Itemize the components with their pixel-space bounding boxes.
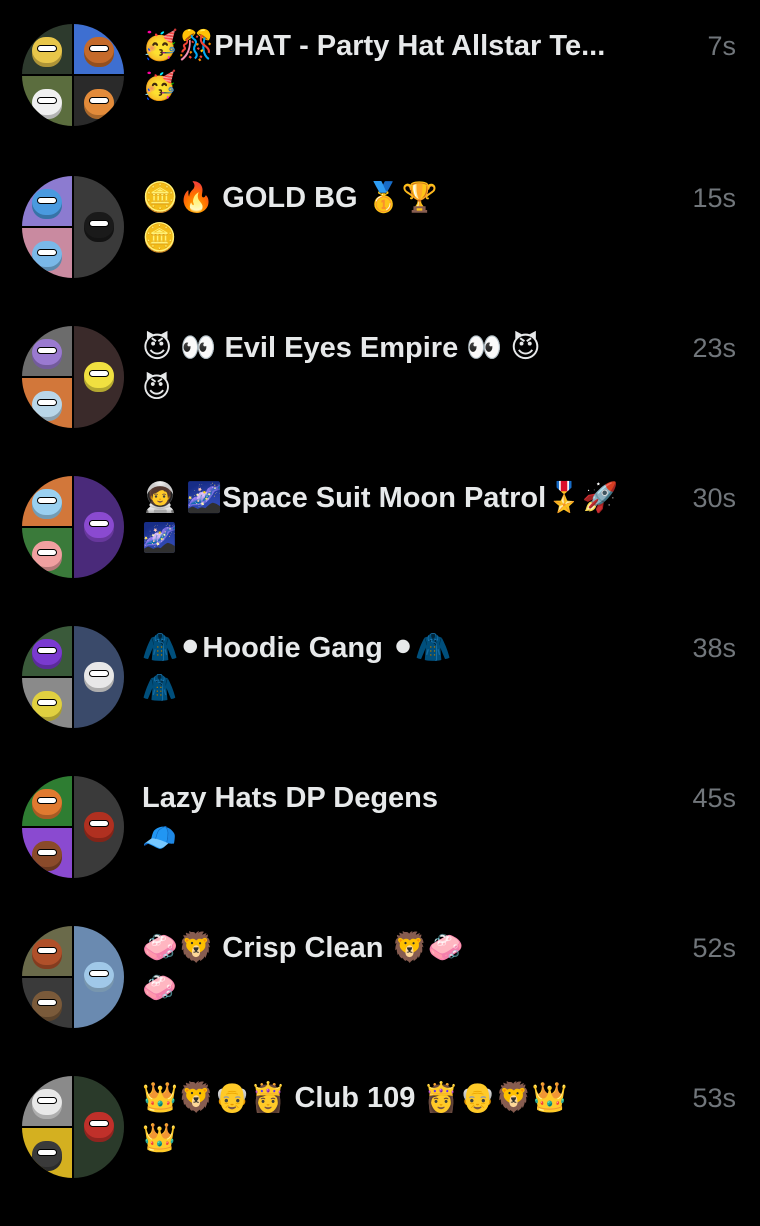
- avatar-tile: [22, 828, 72, 878]
- conversation-row[interactable]: 🧑‍🚀 🌌Space Suit Moon Patrol🎖️🚀 🌌 30s: [0, 476, 760, 626]
- avatar-tile: [74, 326, 124, 428]
- conversation-title: Lazy Hats DP Degens: [142, 782, 439, 814]
- timestamp: 7s: [707, 31, 736, 61]
- avatar-tile: [74, 76, 124, 126]
- conversation-title: 🧼🦁 Crisp Clean 🦁🧼: [142, 932, 464, 964]
- group-avatar: [22, 1076, 124, 1178]
- group-avatar: [22, 476, 124, 578]
- conversation-row[interactable]: 🪙🔥 GOLD BG 🥇🏆 🪙 15s: [0, 176, 760, 326]
- avatar-tile: [22, 1128, 72, 1178]
- conversation-title: 🧑‍🚀 🌌Space Suit Moon Patrol🎖️🚀: [142, 482, 619, 514]
- timestamp: 30s: [692, 483, 736, 513]
- avatar-tile: [74, 476, 124, 578]
- avatar-tile: [74, 176, 124, 278]
- conversation-title-continuation: 🧢: [142, 822, 177, 853]
- conversation-title-continuation: 🧼: [142, 972, 177, 1003]
- avatar-tile: [22, 926, 72, 976]
- avatar-tile: [74, 24, 124, 74]
- avatar-tile: [22, 378, 72, 428]
- conversation-row[interactable]: 🥳🎊PHAT - Party Hat Allstar Te... 🥳 7s: [0, 24, 760, 174]
- timestamp: 15s: [692, 183, 736, 213]
- conversation-title-continuation: 🌌: [142, 522, 177, 553]
- avatar-tile: [22, 528, 72, 578]
- timestamp: 52s: [692, 933, 736, 963]
- conversation-row[interactable]: 😈 👀 Evil Eyes Empire 👀 😈 😈 23s: [0, 326, 760, 476]
- conversation-title: 👑🦁👴👸 Club 109 👸👴🦁👑: [142, 1082, 568, 1114]
- conversation-title-continuation: 🧥: [142, 672, 177, 703]
- group-avatar: [22, 326, 124, 428]
- conversation-list: 🥳🎊PHAT - Party Hat Allstar Te... 🥳 7s 🪙🔥…: [0, 0, 760, 1200]
- avatar-tile: [22, 228, 72, 278]
- group-avatar: [22, 776, 124, 878]
- conversation-title-continuation: 🥳: [142, 70, 177, 101]
- conversation-title-continuation: 😈: [142, 372, 172, 403]
- avatar-tile: [22, 76, 72, 126]
- timestamp: 38s: [692, 633, 736, 663]
- avatar-tile: [22, 978, 72, 1028]
- avatar-tile: [22, 476, 72, 526]
- conversation-title: 🧥⚫Hoodie Gang ⚫🧥: [142, 632, 452, 664]
- conversation-title: 😈 👀 Evil Eyes Empire 👀 😈: [142, 332, 541, 364]
- conversation-row[interactable]: 🧥⚫Hoodie Gang ⚫🧥 🧥 38s: [0, 626, 760, 776]
- avatar-tile: [22, 626, 72, 676]
- conversation-title: 🪙🔥 GOLD BG 🥇🏆: [142, 182, 438, 214]
- group-avatar: [22, 926, 124, 1028]
- avatar-tile: [22, 326, 72, 376]
- conversation-title: 🥳🎊PHAT - Party Hat Allstar Te...: [142, 30, 606, 62]
- group-avatar: [22, 626, 124, 728]
- avatar-tile: [74, 626, 124, 728]
- avatar-tile: [22, 1076, 72, 1126]
- timestamp: 23s: [692, 333, 736, 363]
- timestamp: 53s: [692, 1083, 736, 1113]
- avatar-tile: [74, 1076, 124, 1178]
- avatar-tile: [74, 926, 124, 1028]
- timestamp: 45s: [692, 783, 736, 813]
- avatar-tile: [22, 776, 72, 826]
- conversation-row[interactable]: 🧼🦁 Crisp Clean 🦁🧼 🧼 52s: [0, 926, 760, 1076]
- conversation-row[interactable]: 👑🦁👴👸 Club 109 👸👴🦁👑 👑 53s: [0, 1076, 760, 1226]
- conversation-title-continuation: 🪙: [142, 222, 177, 253]
- avatar-tile: [22, 24, 72, 74]
- avatar-tile: [22, 176, 72, 226]
- avatar-tile: [22, 678, 72, 728]
- avatar-tile: [74, 776, 124, 878]
- conversation-row[interactable]: Lazy Hats DP Degens 🧢 45s: [0, 776, 760, 926]
- group-avatar: [22, 176, 124, 278]
- conversation-title-continuation: 👑: [142, 1122, 177, 1153]
- group-avatar: [22, 24, 124, 126]
